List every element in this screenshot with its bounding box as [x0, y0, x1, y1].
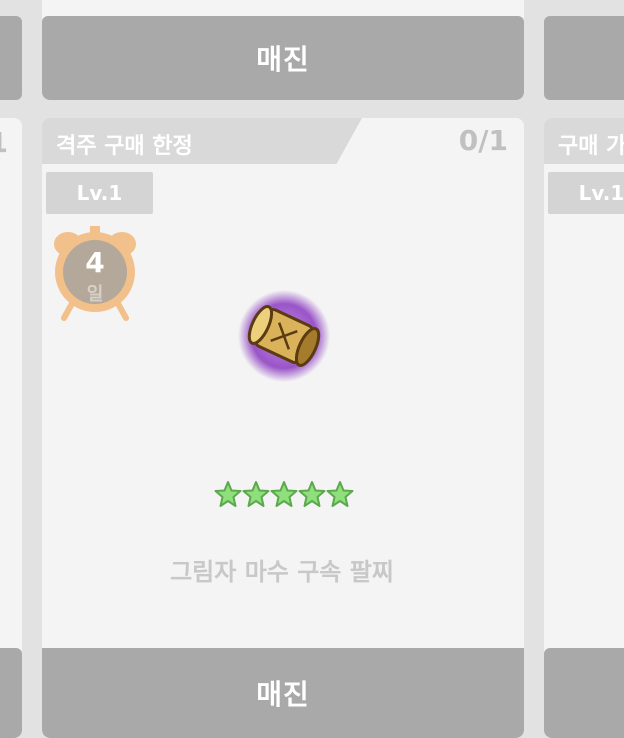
star-icon — [326, 481, 354, 507]
gold-bracelet-icon — [234, 286, 334, 386]
left-sold-out-button[interactable] — [0, 648, 22, 738]
timer-number: 4 — [85, 246, 105, 279]
sold-out-label: 매진 — [256, 678, 310, 711]
right-shop-card[interactable]: 구매 가 Lv.1 — [544, 118, 624, 738]
purchase-counter: 0/1 — [458, 124, 508, 157]
purchase-limit-banner: 격주 구매 한정 — [42, 118, 362, 164]
right-top-sold-out-button[interactable] — [544, 16, 624, 100]
alarm-clock-icon: 4 일 — [50, 224, 140, 324]
left-purchase-counter: 1 — [0, 126, 8, 159]
top-sold-out-label: 매진 — [256, 43, 310, 76]
item-name: 그림자 마수 구속 팔찌 — [170, 558, 394, 586]
star-icon — [270, 481, 298, 507]
right-sold-out-button[interactable] — [544, 648, 624, 738]
star-icon — [214, 481, 242, 507]
main-shop-card[interactable]: 격주 구매 한정 0/1 Lv.1 4 일 그림자 마수 구속 팔찌 매진 — [42, 118, 524, 738]
sold-out-button[interactable]: 매진 — [42, 648, 524, 738]
right-level-badge: Lv.1 — [548, 172, 624, 214]
left-shop-card[interactable]: 1 — [0, 118, 22, 738]
timer-unit: 일 — [86, 284, 104, 305]
level-badge: Lv.1 — [46, 172, 153, 214]
star-icon — [242, 481, 270, 507]
top-sold-out-button[interactable]: 매진 — [42, 16, 524, 100]
star-icon — [298, 481, 326, 507]
top-center-card: 매진 — [42, 0, 524, 100]
star-rating — [214, 480, 354, 510]
left-top-sold-out-button[interactable] — [0, 16, 22, 100]
right-purchase-limit-banner: 구매 가 — [544, 118, 624, 164]
